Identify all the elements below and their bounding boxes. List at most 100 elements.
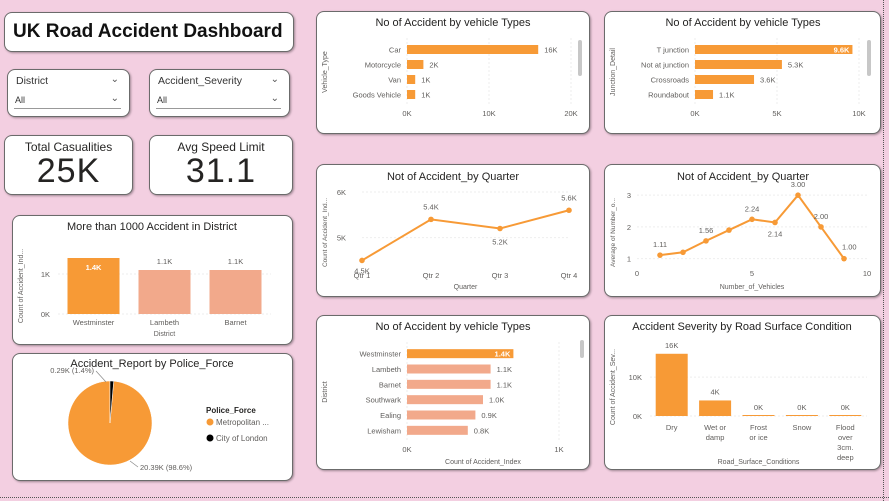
x-tick-label: over	[838, 433, 853, 442]
category-label: Lambeth	[372, 365, 401, 374]
bar	[695, 60, 782, 69]
quarter-line-chart[interactable]: Not of Accident_by QuarterQtr 1 Qtr 2 Qtr …	[317, 165, 589, 296]
chart-title: More than 1000 Accident in District	[67, 221, 237, 233]
data-label: 2.00	[814, 212, 829, 221]
data-label: 5.4K	[423, 202, 438, 211]
police-force-pie-chart[interactable]: Accident_Report by Police_Force0.29K (1.…	[13, 354, 292, 480]
junction-bar-chart[interactable]: No of Accident by vehicle Types 0K 5K 10K Ju…	[605, 12, 880, 133]
kpi-avg-speed: Avg Speed Limit 31.1	[149, 135, 293, 195]
vehicles-line-chart[interactable]: Not of Accident_by Quarter 0 5 10 1 2 3 Average…	[605, 165, 880, 296]
x-axis-title: Quarter	[454, 284, 478, 291]
x-axis-title: Count of Accident_Index	[445, 459, 521, 466]
bar	[742, 415, 775, 416]
category-label: Van	[388, 76, 401, 85]
chevron-down-icon[interactable]: ⌄	[111, 93, 119, 104]
severity-select[interactable]: All ⌄	[156, 92, 281, 109]
category-label: Barnet	[379, 380, 402, 389]
card-police-pie: Accident_Report by Police_Force 0.29K (1.…	[12, 353, 293, 481]
severity-slicer[interactable]: Accident_Severity ⌄ All ⌄	[149, 69, 290, 117]
chart-title: No of Accident by vehicle Types	[375, 17, 531, 29]
data-label: 20.39K (98.6%)	[140, 463, 193, 472]
data-point	[359, 257, 365, 264]
data-point	[566, 207, 572, 214]
y-axis-title: Count of Accident_Sev...	[610, 349, 617, 425]
legend-marker	[206, 434, 214, 442]
kpi-value: 31.1	[185, 152, 257, 190]
data-point	[657, 252, 663, 258]
severity-slicer-label: Accident_Severity	[158, 75, 243, 87]
y-tick-label: 1K	[41, 270, 50, 279]
chart-title: Accident_Report by Police_Force	[70, 358, 233, 370]
vehicle-type-bar-chart[interactable]: No of Accident by vehicle Types 0K 10K 20K V…	[317, 12, 589, 133]
kpi-total-casualties: Total Casualities 25K	[4, 135, 133, 195]
x-tick-label: Wet or	[704, 423, 726, 432]
data-label: 2.14	[768, 229, 783, 238]
category-label: Lewisham	[367, 426, 401, 435]
x-tick-label: 0K	[690, 109, 699, 118]
surface-column-chart[interactable]: Accident Severity by Road Surface Condit…	[605, 316, 880, 469]
chevron-down-icon[interactable]: ⌄	[111, 74, 119, 85]
x-tick-label: Frost	[750, 423, 768, 432]
chart-scrollbar[interactable]	[867, 40, 871, 76]
x-tick-label: 0K	[402, 109, 411, 118]
data-point	[795, 192, 801, 198]
category-label: Roundabout	[648, 91, 690, 100]
page-title: UK Road Accident Dashboard	[13, 21, 283, 42]
category-label: Goods Vehicle	[353, 91, 401, 100]
bar	[209, 270, 262, 314]
data-label: 1.56	[699, 226, 714, 235]
category-label: Not at junction	[641, 61, 689, 70]
right-dotted-border	[883, 0, 884, 501]
y-tick-label: 6K	[337, 188, 346, 197]
card-district-bar: More than 1000 Accident in District 0K 1K C…	[12, 215, 293, 345]
chart-title: Not of Accident_by Quarter	[677, 171, 809, 183]
x-tick-label: or ice	[749, 433, 767, 442]
x-tick-label: 5	[750, 269, 754, 278]
data-point	[726, 227, 732, 233]
district-select[interactable]: All ⌄	[14, 92, 121, 109]
category-label: Southwark	[366, 396, 402, 405]
x-tick-label: Snow	[793, 423, 812, 432]
data-label: 0.9K	[481, 411, 496, 420]
district-bar-chart[interactable]: No of Accident by vehicle Types 0K 1K Distr…	[317, 316, 589, 469]
y-axis-title: Average of Number_o...	[610, 198, 617, 267]
chart-title: Not of Accident_by Quarter	[387, 171, 519, 183]
bar	[695, 75, 755, 84]
chevron-down-icon[interactable]: ⌄	[271, 74, 279, 85]
data-label: 9.6K	[834, 46, 850, 55]
card-district-hbar: No of Accident by vehicle Types 0K 1K Distr…	[316, 315, 590, 470]
bar	[829, 415, 862, 416]
x-tick-label: 1K	[554, 445, 563, 454]
bar	[655, 353, 688, 416]
district-slicer[interactable]: District ⌄ All ⌄	[7, 69, 130, 117]
bar	[407, 45, 539, 54]
bar	[407, 364, 491, 374]
x-tick-label: 20K	[564, 109, 577, 118]
x-tick-label: Flood	[836, 423, 855, 432]
y-tick-label: 3	[627, 191, 631, 200]
data-label: 1.1K	[719, 91, 734, 100]
x-tick-label: damp	[706, 433, 725, 442]
category-label: Car	[389, 46, 402, 55]
x-tick-label: Qtr 3	[492, 271, 509, 280]
leader-line	[95, 370, 107, 383]
data-point	[497, 225, 503, 232]
district-column-chart[interactable]: More than 1000 Accident in District 0K 1K C…	[13, 216, 292, 344]
data-label: 0.29K (1.4%)	[50, 366, 94, 375]
x-tick-label: Qtr 2	[423, 271, 440, 280]
category-label: Motorcycle	[365, 61, 401, 70]
legend-label: City of London	[216, 434, 268, 443]
chevron-down-icon[interactable]: ⌄	[271, 93, 279, 104]
category-label: Westminster	[359, 350, 401, 359]
x-axis-title: Number_of_Vehicles	[720, 284, 785, 291]
card-quarter: Not of Accident_by Quarter Qtr 1 Qtr 2 Qtr …	[316, 164, 590, 297]
x-tick-label: 5K	[772, 109, 781, 118]
chart-scrollbar[interactable]	[580, 340, 584, 358]
x-tick-label: Westminster	[73, 318, 115, 327]
chart-title: No of Accident by vehicle Types	[665, 17, 821, 29]
y-tick-label: 2	[627, 223, 631, 232]
data-label: 16K	[544, 46, 557, 55]
chart-scrollbar[interactable]	[578, 40, 582, 76]
data-label: 1K	[421, 91, 430, 100]
series-line	[361, 209, 570, 262]
